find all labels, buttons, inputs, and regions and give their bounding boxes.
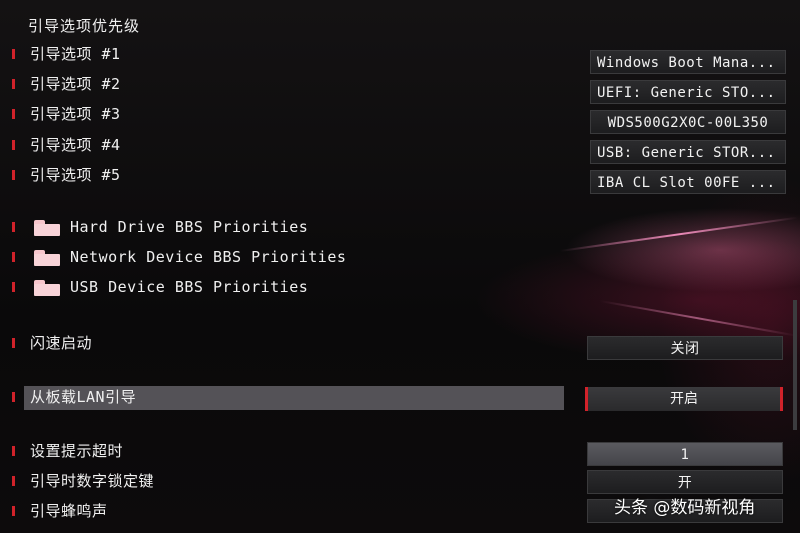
boot-option-label: 引导选项 #1 [30,45,121,63]
boot-beep-label: 引导蜂鸣声 [30,502,108,520]
bootup-numlock-value[interactable]: 开 [587,470,783,494]
row-marker [12,476,15,486]
bootup-numlock-label: 引导时数字锁定键 [30,472,155,490]
fast-boot-value[interactable]: 关闭 [587,336,783,360]
folder-label: Hard Drive BBS Priorities [70,218,309,236]
setup-prompt-timeout-label: 设置提示超时 [30,442,124,460]
network-device-bbs-item[interactable]: Network Device BBS Priorities [0,246,800,272]
row-marker [12,252,15,262]
folder-label: Network Device BBS Priorities [70,248,347,266]
usb-device-bbs-item[interactable]: USB Device BBS Priorities [0,276,800,302]
row-marker [12,140,15,150]
boot-option-label: 引导选项 #3 [30,105,121,123]
fast-boot-label: 闪速启动 [30,334,93,352]
row-marker [12,170,15,180]
row-marker [12,446,15,456]
row-marker [12,282,15,292]
row-marker [12,49,15,59]
watermark-text: 头条 @数码新视角 [614,498,756,518]
hard-drive-bbs-item[interactable]: Hard Drive BBS Priorities [0,216,800,242]
boot-option-value-1[interactable]: Windows Boot Mana... [590,50,786,74]
row-marker [12,222,15,232]
folder-label: USB Device BBS Priorities [70,278,309,296]
boot-option-value-5[interactable]: IBA CL Slot 00FE ... [590,170,786,194]
boot-option-value-3[interactable]: WDS500G2X0C-00L350 [590,110,786,134]
row-marker [12,392,15,402]
page-title: 引导选项优先级 [28,17,141,35]
onboard-lan-boot-value[interactable]: 开启 [585,387,783,411]
folder-icon [34,220,60,236]
folder-icon [34,250,60,266]
row-marker [12,506,15,516]
boot-option-value-4[interactable]: USB: Generic STOR... [590,140,786,164]
onboard-lan-boot-label: 从板载LAN引导 [30,388,137,406]
setup-prompt-timeout-value[interactable]: 1 [587,442,783,466]
scrollbar[interactable] [793,300,797,430]
boot-option-value-2[interactable]: UEFI: Generic STO... [590,80,786,104]
row-marker [12,338,15,348]
boot-option-label: 引导选项 #4 [30,136,121,154]
folder-icon [34,280,60,296]
boot-option-label: 引导选项 #5 [30,166,121,184]
row-marker [12,79,15,89]
boot-option-label: 引导选项 #2 [30,75,121,93]
row-marker [12,109,15,119]
